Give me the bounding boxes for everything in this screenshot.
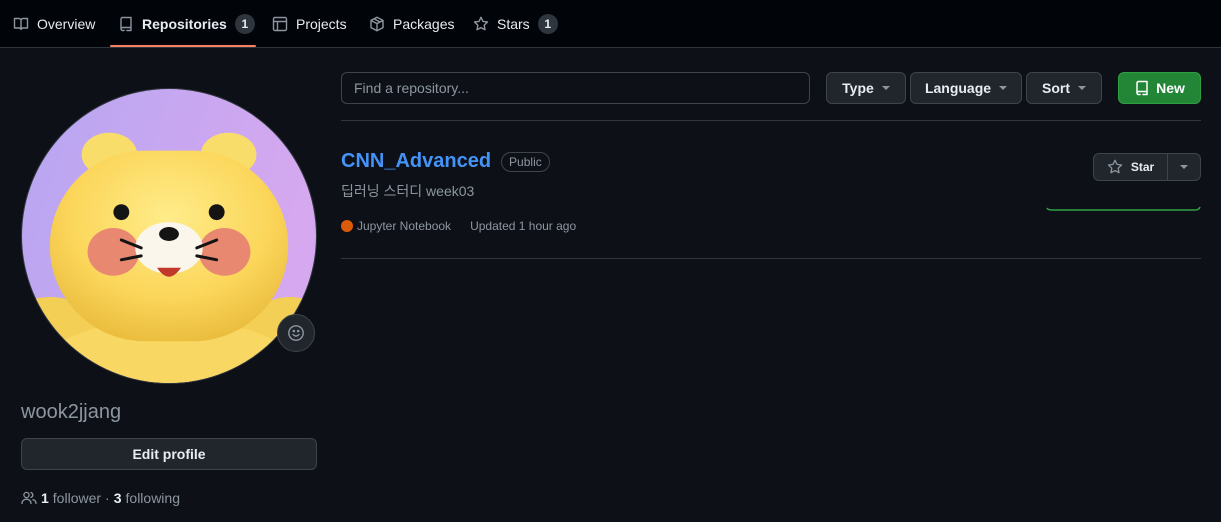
activity-sparkline xyxy=(1046,206,1201,211)
repo-title-row: CNN_Advanced Public xyxy=(341,150,1201,173)
tab-label: Overview xyxy=(37,16,96,32)
table-icon xyxy=(272,16,288,32)
type-dropdown[interactable]: Type xyxy=(826,72,906,104)
repo-updated: Updated 1 hour ago xyxy=(470,219,577,233)
profile-sidebar: wook2jjang Edit profile 1 follower · 3 fol… xyxy=(21,88,317,506)
repo-icon xyxy=(1136,80,1148,96)
star-list-dropdown[interactable] xyxy=(1168,153,1201,181)
list-top-divider xyxy=(341,120,1201,121)
star-icon xyxy=(1107,159,1122,174)
language-dropdown-label: Language xyxy=(924,80,992,96)
smiley-icon xyxy=(288,325,304,341)
repo-language: Jupyter Notebook xyxy=(357,219,452,233)
tab-label: Packages xyxy=(393,16,455,32)
tab-packages[interactable]: Packages xyxy=(369,0,454,48)
follow-separator: · xyxy=(105,490,110,506)
star-button-group: Star xyxy=(1093,153,1201,181)
tab-repositories[interactable]: Repositories 1 xyxy=(118,0,255,48)
star-button[interactable]: Star xyxy=(1093,153,1168,181)
repo-meta: Jupyter Notebook Updated 1 hour ago xyxy=(341,219,1201,233)
avatar[interactable] xyxy=(21,88,317,384)
star-button-label: Star xyxy=(1130,160,1155,174)
follow-stats: 1 follower · 3 following xyxy=(21,490,317,506)
tab-label: Stars xyxy=(497,16,530,32)
book-icon xyxy=(13,17,29,31)
repo-list-item: CNN_Advanced Public 딥러닝 스터디 week03 Jupyt… xyxy=(341,150,1201,233)
username: wook2jjang xyxy=(21,401,122,423)
list-bottom-divider xyxy=(341,258,1201,259)
tab-stars[interactable]: Stars 1 xyxy=(473,0,558,48)
selected-tab-indicator xyxy=(110,45,256,47)
followers-count: 1 xyxy=(41,490,49,506)
avatar-container xyxy=(21,88,317,384)
edit-profile-button[interactable]: Edit profile xyxy=(21,438,317,470)
sort-dropdown[interactable]: Sort xyxy=(1026,72,1102,104)
set-status-button[interactable] xyxy=(277,314,315,352)
people-icon xyxy=(21,491,37,505)
stars-count-badge: 1 xyxy=(537,14,558,34)
new-button-label: New xyxy=(1156,80,1185,96)
repo-filter-bar: Type Language Sort New xyxy=(341,72,1201,104)
repo-icon xyxy=(120,16,132,32)
caret-down-icon xyxy=(881,86,890,90)
following-label: following xyxy=(125,490,180,506)
tab-label: Repositories xyxy=(142,16,227,32)
repositories-panel: Type Language Sort New CNN_Advanced Publ… xyxy=(341,72,1201,259)
followers-label: follower xyxy=(52,490,102,506)
repo-count-badge: 1 xyxy=(234,14,255,34)
new-repository-button[interactable]: New xyxy=(1118,72,1201,104)
repo-description: 딥러닝 스터디 week03 xyxy=(341,183,475,199)
caret-down-icon xyxy=(1180,165,1188,169)
star-icon xyxy=(473,16,489,31)
tab-label: Projects xyxy=(296,16,347,32)
language-dropdown[interactable]: Language xyxy=(910,72,1022,104)
repo-name-link[interactable]: CNN_Advanced xyxy=(341,150,491,173)
profile-tab-nav: Overview Repositories 1 Projects Package… xyxy=(0,0,1221,48)
package-icon xyxy=(370,16,384,32)
type-dropdown-label: Type xyxy=(842,80,874,96)
following-count: 3 xyxy=(113,490,122,506)
caret-down-icon xyxy=(1078,86,1086,90)
following-link[interactable]: 3 following xyxy=(114,490,180,506)
tab-overview[interactable]: Overview xyxy=(13,0,95,48)
sort-dropdown-label: Sort xyxy=(1042,80,1070,96)
followers-link[interactable]: 1 follower xyxy=(41,490,101,506)
tab-projects[interactable]: Projects xyxy=(272,0,347,48)
language-color-dot xyxy=(341,220,353,232)
caret-down-icon xyxy=(999,86,1008,90)
visibility-badge: Public xyxy=(501,151,550,172)
find-repository-input[interactable] xyxy=(341,72,810,104)
